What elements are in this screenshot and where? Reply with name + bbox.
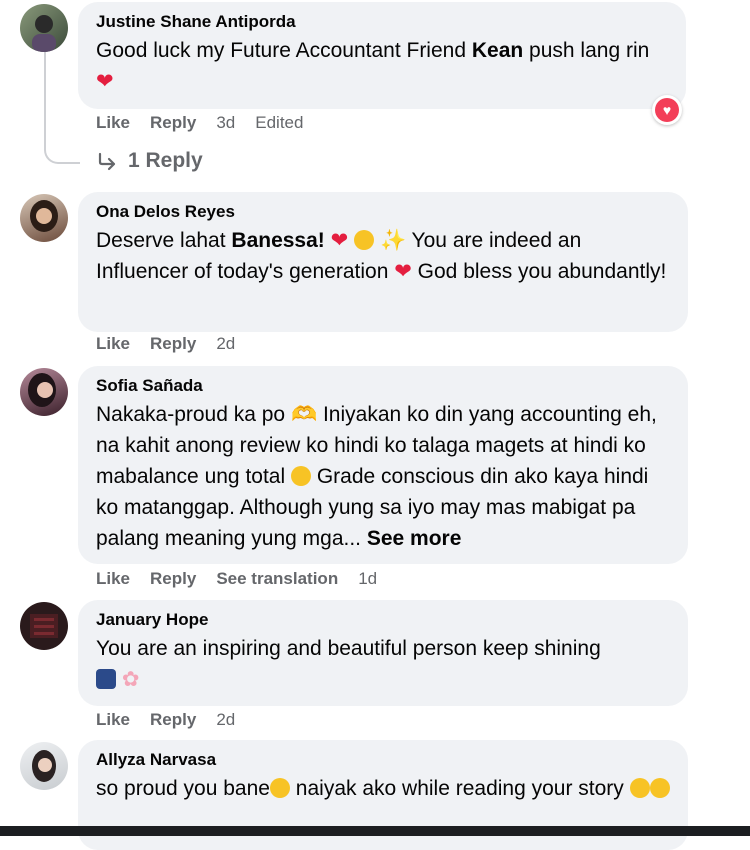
comment-author[interactable]: Allyza Narvasa [96,749,670,771]
comment-time[interactable]: 3d [216,113,235,133]
see-more-link[interactable]: See more [367,527,462,550]
text-part: God bless you abundantly! [411,260,667,283]
reply-button[interactable]: Reply [150,334,196,354]
comment-bubble: Sofia Sañada Nakaka-proud ka po 🫶 Iniyak… [78,366,688,564]
night-sky-emoji [96,669,116,689]
heart-icon: ♥ [662,102,672,118]
comment-actions: Like Reply See translation 1d [96,567,397,591]
like-button[interactable]: Like [96,113,130,133]
comment-author[interactable]: January Hope [96,609,670,631]
comment-author[interactable]: Ona Delos Reyes [96,201,670,223]
crying-face-emoji [290,466,311,486]
comment-actions: Like Reply 3d Edited [96,111,323,135]
comment-bubble: January Hope You are an inspiring and be… [78,600,688,706]
reply-button[interactable]: Reply [150,113,196,133]
comment-text: Good luck my Future Accountant Friend Ke… [96,35,668,97]
comment-time[interactable]: 1d [358,569,377,589]
text-part: naiyak ako while reading your story [289,777,624,800]
comment-text: Deserve lahat Banessa! ❤ ✨ You are indee… [96,225,670,287]
red-heart-emoji: ❤ [394,260,412,283]
text-part: You are an inspiring and beautiful perso… [96,637,601,660]
comment-text: You are an inspiring and beautiful perso… [96,633,670,695]
heart-hands-emoji: 🫶 [290,403,318,426]
comment-text: Nakaka-proud ka po 🫶 Iniyakan ko din yan… [96,399,670,554]
tagged-name[interactable]: Kean [472,39,523,62]
comment-actions: Like Reply 2d [96,332,255,356]
edited-label: Edited [255,113,304,132]
red-heart-emoji: ❤ [330,229,349,252]
like-button[interactable]: Like [96,569,130,589]
crying-face-emoji [629,778,650,798]
reply-button[interactable]: Reply [150,569,196,589]
heart-eyes-emoji [269,778,290,798]
text-part: so proud you bane [96,777,270,800]
avatar[interactable] [20,742,68,790]
see-translation-button[interactable]: See translation [216,569,338,589]
smiling-face-emoji [354,230,375,250]
like-button[interactable]: Like [96,710,130,730]
love-reaction-badge[interactable]: ♥ [652,95,682,125]
reply-button[interactable]: Reply [150,710,196,730]
bottom-edge-bar [0,826,750,836]
cherry-blossom-emoji: ✿ [121,668,140,691]
avatar[interactable] [20,602,68,650]
reply-arrow-icon [98,152,116,171]
like-button[interactable]: Like [96,334,130,354]
comment-bubble: Ona Delos Reyes Deserve lahat Banessa! ❤… [78,192,688,332]
crying-face-emoji [649,778,670,798]
view-replies-link[interactable]: 1 Reply [96,149,203,173]
avatar[interactable] [20,368,68,416]
text-part: Nakaka-proud ka po [96,403,286,426]
red-heart-emoji: ❤ [96,70,114,93]
comment-text: so proud you bane naiyak ako while readi… [96,773,670,804]
comment-bubble: Justine Shane Antiporda Good luck my Fut… [78,2,686,109]
tagged-name[interactable]: Banessa! [231,229,324,252]
comment-author[interactable]: Justine Shane Antiporda [96,11,668,33]
comment-actions: Like Reply 2d [96,708,255,732]
comment-time[interactable]: 2d [216,334,235,354]
sparkles-emoji: ✨ [379,229,407,252]
text-part: Good luck my Future Accountant Friend [96,39,472,62]
thread-connector [44,52,80,164]
text-part: push lang rin [523,39,650,62]
avatar[interactable] [20,194,68,242]
avatar[interactable] [20,4,68,52]
text-part: Deserve lahat [96,229,232,252]
comment-author[interactable]: Sofia Sañada [96,375,670,397]
replies-count: 1 Reply [128,149,203,172]
comment-time[interactable]: 2d [216,710,235,730]
